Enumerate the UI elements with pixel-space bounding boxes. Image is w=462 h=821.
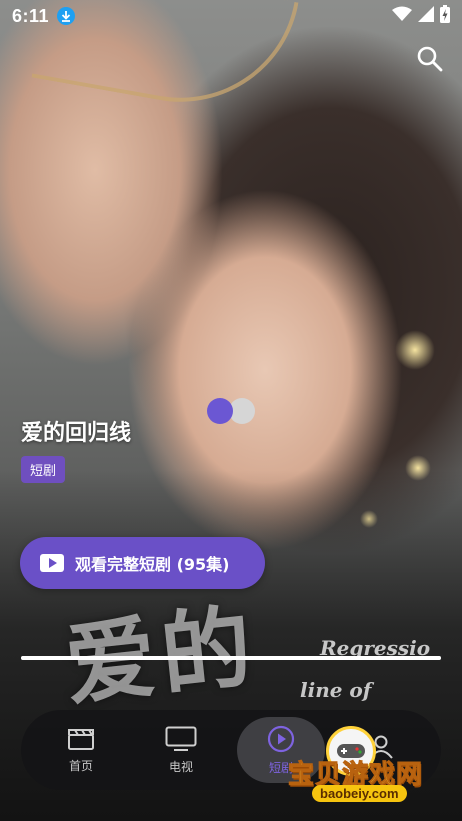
download-notification-icon <box>57 7 76 25</box>
wifi-icon <box>392 6 412 26</box>
loading-dot <box>207 398 233 424</box>
watch-full-drama-button[interactable]: 观看完整短剧 (95集) <box>20 537 265 589</box>
bokeh-light <box>395 330 435 370</box>
search-button[interactable] <box>416 45 444 73</box>
watch-button-label: 观看完整短剧 (95集) <box>75 555 230 574</box>
status-bar: 6:11 <box>0 0 462 32</box>
watermark-url: baobeiy.com <box>312 785 407 802</box>
playback-progress-fill <box>21 656 441 660</box>
poster-title-english: line of <box>300 678 372 702</box>
search-icon <box>417 46 443 72</box>
watermark-logo: 宝贝游戏网 baobeiy.com <box>286 724 454 818</box>
nav-item-tv[interactable]: 电视 <box>137 717 225 783</box>
genre-tag: 短剧 <box>21 456 66 483</box>
tv-icon <box>165 726 197 751</box>
battery-charging-icon <box>440 5 450 27</box>
cellular-signal-icon <box>418 6 434 26</box>
drama-title: 爱的回归线 <box>21 421 132 446</box>
loading-indicator <box>207 398 255 424</box>
nav-label-home: 首页 <box>68 758 93 773</box>
nav-label-tv: 电视 <box>168 759 193 774</box>
playback-progress-bar[interactable] <box>21 656 441 660</box>
clapperboard-icon <box>68 728 94 750</box>
status-time: 6:11 <box>12 5 50 26</box>
nav-item-home[interactable]: 首页 <box>37 717 125 783</box>
play-icon <box>40 554 64 572</box>
